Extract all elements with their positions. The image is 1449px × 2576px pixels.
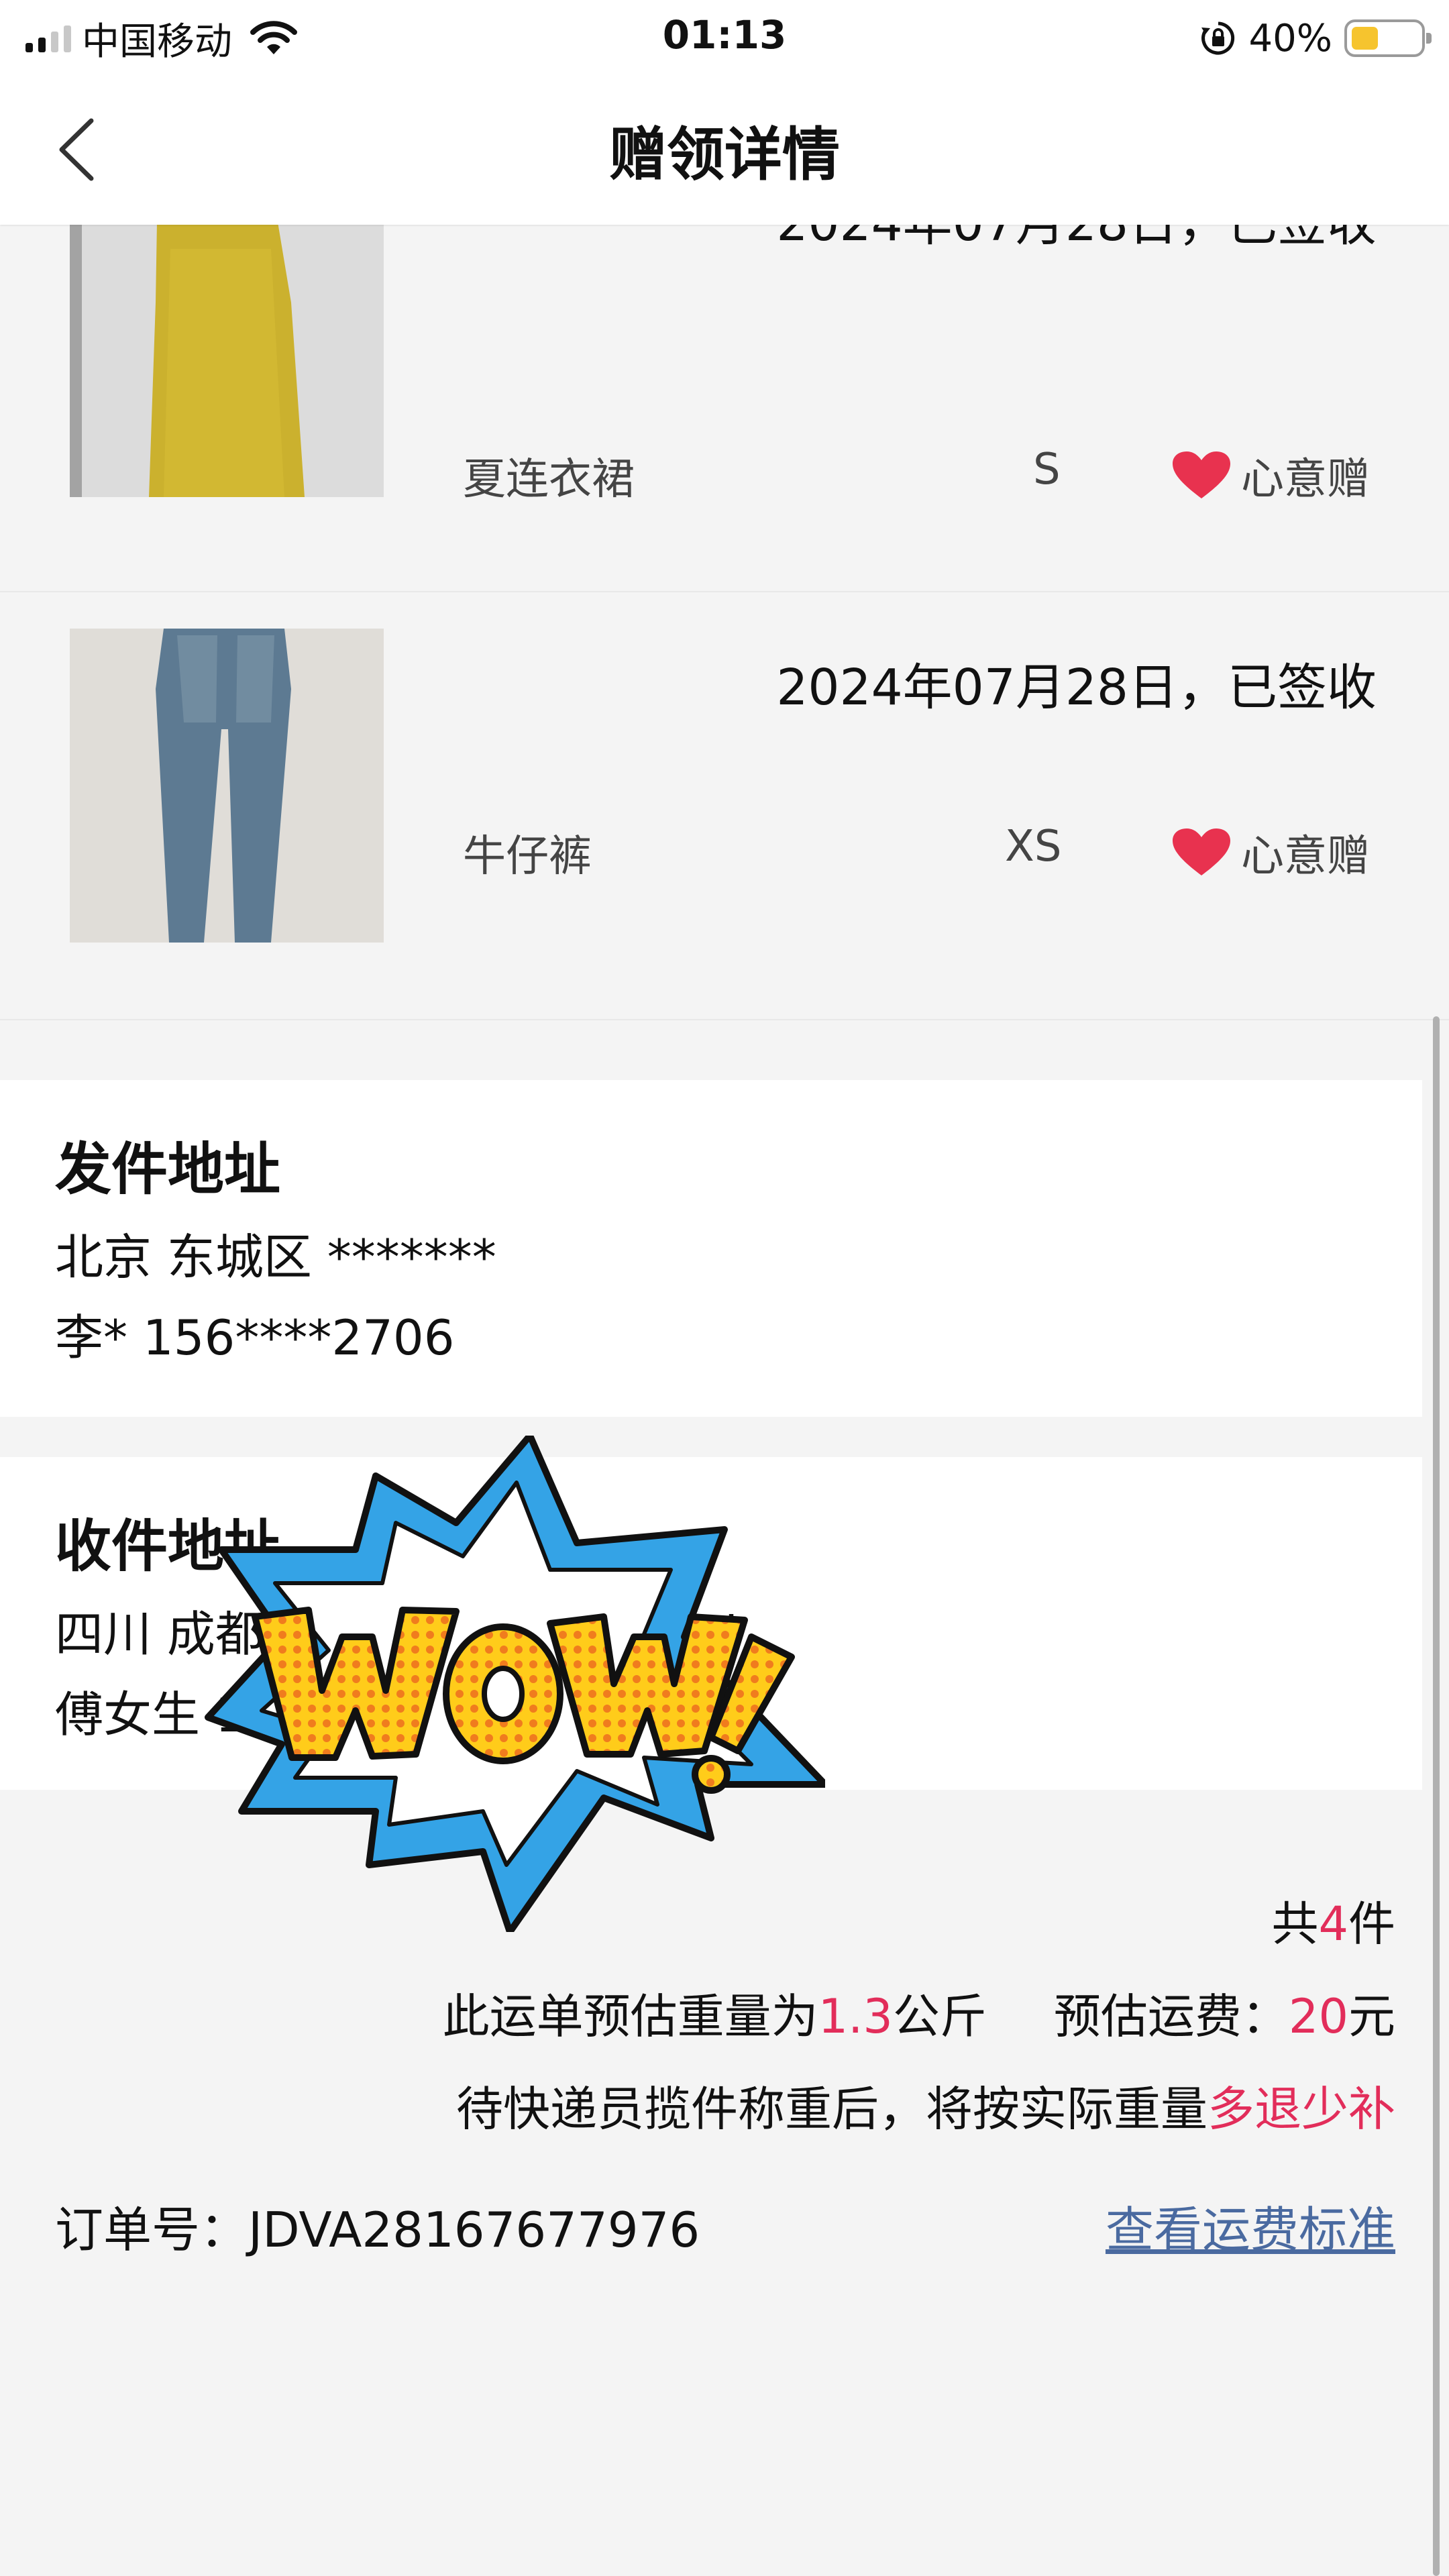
rotation-lock-icon <box>1201 21 1234 55</box>
scrollbar[interactable] <box>1433 1016 1440 2576</box>
sender-address: 北京 东城区 ******* <box>55 1229 496 1285</box>
fee-standard-link[interactable]: 查看运费标准 <box>1106 2190 1395 2261</box>
weight-fee-line: 此运单预估重量为1.3公斤 预估运费：20元 <box>443 1979 1395 2047</box>
item-size: XS <box>1005 822 1062 871</box>
fee-prefix: 预估运费： <box>1053 1989 1289 2044</box>
item-tag-label: 心意赠 <box>1241 455 1370 504</box>
note-highlight: 多退少补 <box>1208 2082 1395 2137</box>
item-tag: 心意赠 <box>1173 445 1370 506</box>
heart-icon <box>1173 828 1230 875</box>
item-name: 夏连衣裙 <box>463 455 635 504</box>
sender-heading: 发件地址 <box>55 1136 281 1202</box>
sender-contact: 李* 156****2706 <box>55 1309 455 1366</box>
count-suffix: 件 <box>1348 1896 1395 1951</box>
item-thumbnail <box>70 629 384 943</box>
count-value: 4 <box>1318 1896 1348 1951</box>
battery-icon <box>1344 19 1432 57</box>
nav-bar: 赠领详情 <box>0 80 1449 225</box>
item-size: S <box>1033 445 1061 494</box>
order-value: JDVA28167677976 <box>248 2202 700 2258</box>
fee-unit: 元 <box>1348 1989 1395 2044</box>
list-item[interactable]: 2024年07月28日，已签收 牛仔裤 XS 心意赠 <box>0 594 1449 1020</box>
weight-value: 1.3 <box>818 1989 893 2044</box>
item-name: 牛仔裤 <box>463 832 592 881</box>
status-right: 40% <box>1199 15 1432 62</box>
note-text: 待快递员揽件称重后，将按实际重量 <box>456 2082 1208 2137</box>
sender-address-card: 发件地址 北京 东城区 ******* 李* 156****2706 <box>0 1080 1422 1417</box>
battery-percent: 40% <box>1248 16 1332 60</box>
order-label: 订单号： <box>55 2202 249 2258</box>
weight-unit: 公斤 <box>892 1989 987 2044</box>
item-count: 共4件 <box>1271 1886 1395 1954</box>
item-thumbnail <box>70 222 384 497</box>
count-prefix: 共 <box>1271 1896 1319 1951</box>
item-date-status: 2024年07月28日，已签收 <box>776 659 1377 716</box>
weight-note: 待快递员揽件称重后，将按实际重量多退少补 <box>456 2072 1395 2139</box>
list-item[interactable]: 2024年07月28日，已签收 夏连衣裙 S 心意赠 <box>0 195 1449 592</box>
order-number: 订单号：JDVA28167677976 <box>55 2190 700 2261</box>
page-title: 赠领详情 <box>609 121 840 189</box>
heart-icon <box>1173 451 1230 498</box>
weight-prefix: 此运单预估重量为 <box>442 1989 818 2044</box>
wow-sticker-icon <box>205 1436 825 1932</box>
fee-value: 20 <box>1288 1989 1348 2044</box>
item-tag: 心意赠 <box>1173 822 1370 883</box>
item-tag-label: 心意赠 <box>1241 832 1370 881</box>
status-bar: 中国移动 01:13 40% <box>0 0 1449 80</box>
gift-list: 2024年07月28日，已签收 夏连衣裙 S 心意赠 2024年07月28日，已… <box>0 195 1449 1020</box>
